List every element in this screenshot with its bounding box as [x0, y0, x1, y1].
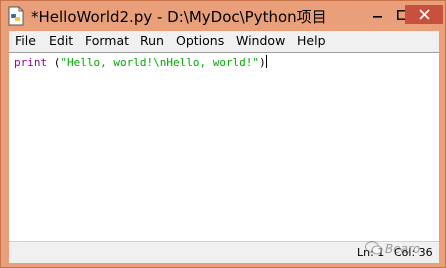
minimize-button[interactable] — [365, 5, 391, 25]
menu-file[interactable]: File — [15, 33, 36, 48]
code-close-paren: ) — [259, 56, 266, 69]
menu-window[interactable]: Window — [236, 33, 285, 48]
text-cursor — [265, 55, 267, 68]
code-builtin-print: print — [14, 56, 48, 69]
minimize-icon — [373, 16, 382, 18]
menu-edit[interactable]: Edit — [49, 33, 73, 48]
title-bar[interactable]: *HelloWorld2.py - D:\MyDoc\Python项目 — [1, 1, 445, 31]
watermark: Bearo — [363, 235, 443, 265]
menu-options[interactable]: Options — [176, 33, 224, 48]
window-title: *HelloWorld2.py - D:\MyDoc\Python项目 — [31, 8, 327, 26]
idle-editor-window: *HelloWorld2.py - D:\MyDoc\Python项目 File… — [0, 0, 446, 268]
code-line: print ("Hello, world!\nHello, world!") — [14, 55, 267, 69]
python-file-icon — [8, 6, 24, 26]
code-editor[interactable]: print ("Hello, world!\nHello, world!") — [9, 52, 439, 241]
menu-format[interactable]: Format — [85, 33, 129, 48]
client-area: File Edit Format Run Options Window Help… — [9, 31, 439, 263]
menu-help[interactable]: Help — [297, 33, 326, 48]
watermark-text: Bearo — [385, 242, 421, 256]
close-button[interactable] — [405, 5, 443, 24]
menu-run[interactable]: Run — [140, 33, 164, 48]
wechat-icon — [365, 241, 383, 255]
code-open-paren: ( — [47, 56, 61, 69]
menu-bar: File Edit Format Run Options Window Help — [9, 31, 439, 51]
code-string-literal: "Hello, world!\nHello, world!" — [60, 56, 260, 69]
close-icon — [418, 9, 430, 20]
